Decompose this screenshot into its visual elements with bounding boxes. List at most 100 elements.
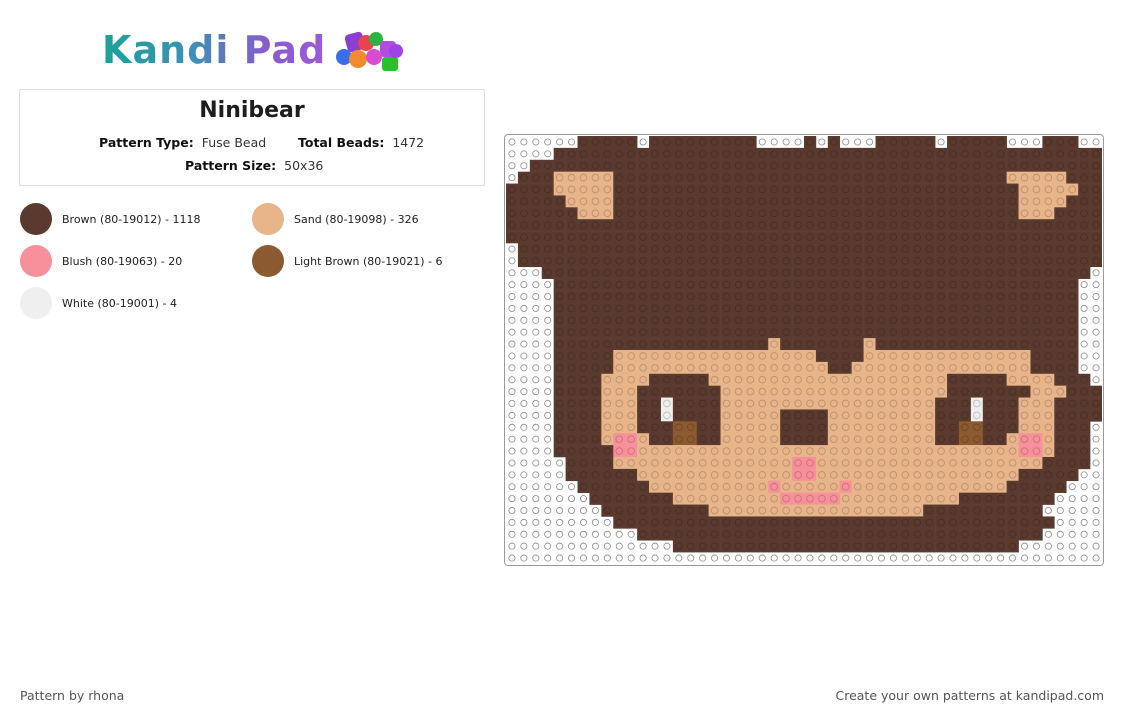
bead [804,171,817,184]
bead [875,457,888,470]
empty-peg [520,399,528,407]
bead [660,314,674,327]
bead [792,278,805,291]
bead [863,445,876,458]
bead [577,147,590,161]
bead [875,314,888,327]
bead [935,183,948,196]
bead [744,385,757,398]
empty-peg [925,554,933,562]
bead [708,468,721,482]
bead [768,540,781,553]
empty-peg [520,292,528,300]
bead [696,540,709,553]
bead [744,397,757,410]
bead [649,171,662,184]
empty-peg [544,495,552,503]
empty-peg [1080,352,1088,360]
bead [792,528,805,541]
bead [768,397,781,410]
bead [577,231,590,244]
empty-peg [1044,554,1052,562]
bead [899,207,912,220]
bead [1018,445,1031,458]
bead [815,231,829,244]
bead [565,397,578,410]
bead [1066,183,1079,196]
empty-peg [532,483,540,491]
bead [947,243,960,256]
bead [970,361,984,375]
bead [756,290,769,303]
empty-peg [508,138,516,146]
bead [994,338,1007,351]
bead [708,457,721,470]
bead [851,516,864,529]
bead [827,278,841,291]
bead [756,480,769,493]
bead [577,207,590,220]
bead [958,314,972,327]
bead [589,409,602,422]
bead [637,480,650,493]
bead [768,350,781,363]
bead [732,445,745,458]
bead [827,338,841,351]
empty-peg [1044,530,1052,538]
bead [696,243,709,256]
bead [1018,219,1031,232]
bead [851,147,864,161]
empty-peg [770,138,778,146]
bead [577,219,590,232]
bead [637,171,650,184]
empty-peg [544,316,552,324]
bead [1030,266,1043,279]
bead [863,195,876,208]
bead [1042,433,1055,446]
bead [839,207,852,220]
bead [923,528,936,541]
bead [1066,159,1079,172]
bead [827,290,841,303]
bead [863,421,876,434]
bead [684,421,698,434]
bead [649,338,662,351]
bead [768,254,781,268]
bead [982,243,996,256]
bead [780,504,793,517]
bead [863,207,876,220]
bead [744,433,757,446]
bead [684,361,698,375]
bead [1066,445,1079,458]
bead [994,385,1007,398]
bead [756,207,769,220]
bead [553,314,566,327]
empty-peg [532,292,540,300]
bead [613,457,626,470]
empty-peg [532,269,540,277]
empty-peg [556,518,564,526]
bead [732,171,745,184]
bead [875,266,888,279]
kandipad-logo[interactable]: Kandi Pad [102,26,414,74]
bead [613,183,626,196]
bead [923,338,936,351]
bead [506,195,519,208]
bead [982,136,996,149]
bead [613,266,626,279]
empty-peg [520,304,528,312]
bead [577,409,590,422]
bead [708,338,721,351]
bead [649,421,662,434]
bead [911,504,924,517]
bead [923,302,936,315]
bead [565,290,578,303]
bead [613,397,626,410]
bead [756,540,769,553]
create-patterns-link[interactable]: Create your own patterns at kandipad.com [835,688,1104,703]
bead [768,492,781,505]
bead [577,136,590,149]
empty-peg [508,328,516,336]
bead [589,492,602,505]
bead [982,231,996,244]
